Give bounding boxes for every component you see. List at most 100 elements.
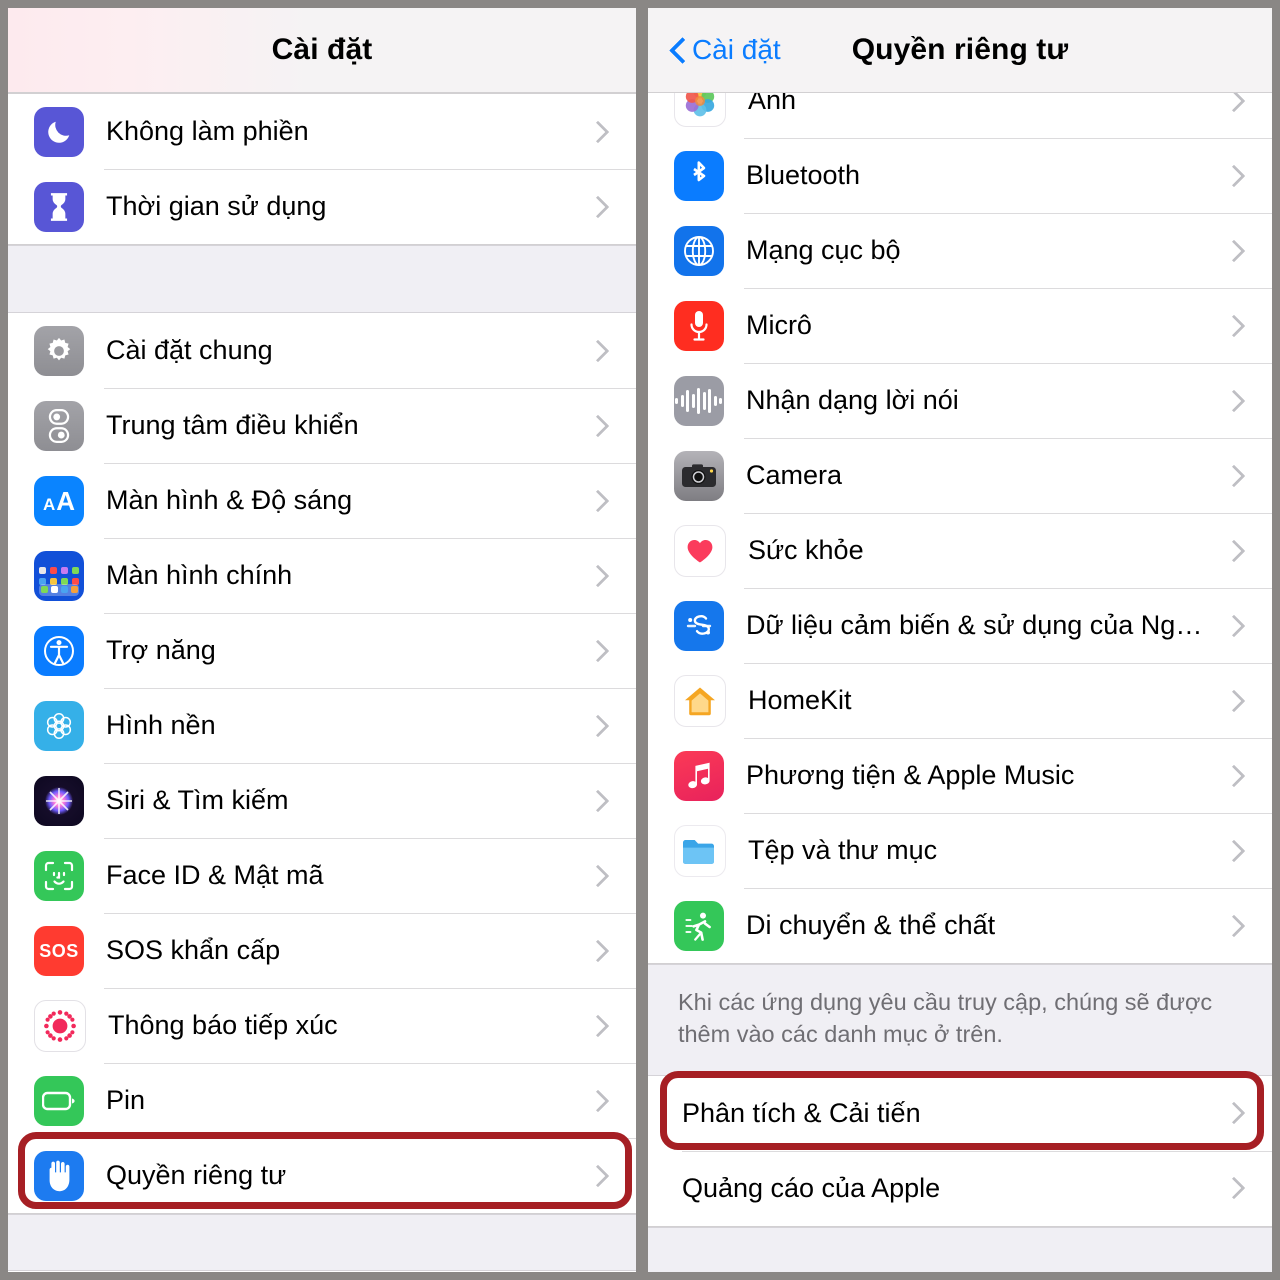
privacy-item-analytics-improvements[interactable]: Phân tích & Cải tiến bbox=[647, 1075, 1272, 1151]
exposure-notification-icon bbox=[34, 999, 86, 1052]
privacy-item-research-sensor-data[interactable]: Dữ liệu cảm biến & sử dụng của Nghiê… bbox=[647, 588, 1272, 663]
privacy-item-label: Sức khỏe bbox=[747, 534, 864, 565]
chevron-right-icon bbox=[586, 564, 610, 587]
settings-group-system: Cài đặt chung Trung tâm điều khiển A A M… bbox=[8, 313, 637, 1214]
privacy-item-apple-advertising[interactable]: Quảng cáo của Apple bbox=[647, 1150, 1272, 1226]
privacy-item-label: Di chuyển & thể chất bbox=[745, 909, 996, 940]
privacy-item-motion-fitness[interactable]: Di chuyển & thể chất bbox=[647, 888, 1272, 963]
chevron-right-icon bbox=[1222, 614, 1246, 637]
screenshot-stage: Cài đặt Không làm phiền Thời gian sử dụn… bbox=[0, 0, 1280, 1280]
chevron-right-icon bbox=[1222, 689, 1246, 712]
privacy-item-homekit[interactable]: HomeKit bbox=[647, 663, 1272, 738]
chevron-right-icon bbox=[586, 864, 610, 887]
chevron-right-icon bbox=[586, 714, 610, 737]
sidebar-item-home-screen[interactable]: Màn hình chính bbox=[8, 538, 637, 613]
microphone-icon bbox=[673, 300, 724, 351]
chevron-right-icon bbox=[1222, 914, 1246, 937]
siri-icon bbox=[34, 775, 84, 826]
privacy-item-speech-recognition[interactable]: Nhận dạng lời nói bbox=[647, 363, 1272, 438]
privacy-item-label: Camera bbox=[745, 459, 842, 490]
files-folder-icon bbox=[673, 824, 726, 877]
waveform bbox=[675, 387, 723, 414]
section-separator bbox=[8, 1214, 637, 1271]
sidebar-item-label: Siri & Tìm kiếm bbox=[106, 784, 289, 815]
sidebar-item-accessibility[interactable]: Trợ năng bbox=[8, 613, 637, 688]
sidebar-item-emergency-sos[interactable]: SOS SOS khẩn cấp bbox=[8, 913, 637, 988]
privacy-item-microphone[interactable]: Micrô bbox=[647, 288, 1272, 363]
sidebar-item-label: Pin bbox=[106, 1084, 146, 1115]
sidebar-item-face-id[interactable]: Face ID & Mật mã bbox=[8, 838, 637, 913]
privacy-item-label: Dữ liệu cảm biến & sử dụng của Nghiê… bbox=[745, 609, 1226, 640]
sidebar-item-siri-search[interactable]: Siri & Tìm kiếm bbox=[8, 763, 637, 838]
chevron-right-icon bbox=[1222, 93, 1246, 112]
chevron-right-icon bbox=[586, 1014, 610, 1037]
privacy-permissions-group: Ảnh Bluetooth Mạng cục bộ Micrô Nhận dạn… bbox=[647, 93, 1272, 964]
sidebar-item-label: SOS khẩn cấp bbox=[106, 934, 281, 965]
sidebar-item-label: Quyền riêng tư bbox=[106, 1159, 287, 1190]
sidebar-item-general[interactable]: Cài đặt chung bbox=[8, 313, 637, 388]
settings-scroll-area[interactable]: Không làm phiền Thời gian sử dụng Cài đặ… bbox=[8, 93, 637, 1272]
app-grid bbox=[39, 566, 79, 585]
motion-fitness-icon bbox=[673, 900, 724, 951]
chevron-right-icon bbox=[1222, 389, 1246, 412]
privacy-analytics-group: Phân tích & Cải tiến Quảng cáo của Apple bbox=[647, 1075, 1272, 1227]
privacy-item-photos[interactable]: Ảnh bbox=[647, 93, 1272, 138]
sidebar-item-label: Cài đặt chung bbox=[106, 334, 273, 365]
homekit-icon bbox=[673, 674, 726, 727]
general-gear-icon bbox=[34, 325, 84, 376]
sidebar-item-screen-time[interactable]: Thời gian sử dụng bbox=[8, 169, 637, 244]
home-screen-icon bbox=[34, 550, 84, 601]
apple-music-icon bbox=[673, 750, 724, 801]
section-separator bbox=[8, 245, 637, 313]
wallpaper-icon bbox=[34, 700, 84, 751]
battery-icon bbox=[34, 1075, 84, 1126]
display-brightness-icon: AA bbox=[34, 475, 84, 526]
do-not-disturb-icon bbox=[34, 106, 84, 157]
privacy-item-label: Phân tích & Cải tiến bbox=[681, 1097, 921, 1128]
privacy-item-label: Tệp và thư mục bbox=[747, 834, 938, 865]
sidebar-item-privacy[interactable]: Quyền riêng tư bbox=[8, 1138, 637, 1213]
privacy-panel: Cài đặt Quyền riêng tư Ảnh Bluetooth Mạn… bbox=[647, 8, 1272, 1272]
sidebar-item-control-center[interactable]: Trung tâm điều khiển bbox=[8, 388, 637, 463]
control-center-icon bbox=[34, 400, 84, 451]
chevron-right-icon bbox=[1222, 539, 1246, 562]
chevron-right-icon bbox=[1222, 239, 1246, 262]
sidebar-item-label: Thời gian sử dụng bbox=[106, 190, 327, 221]
privacy-item-camera[interactable]: Camera bbox=[647, 438, 1272, 513]
privacy-item-files-folders[interactable]: Tệp và thư mục bbox=[647, 813, 1272, 888]
privacy-item-local-network[interactable]: Mạng cục bộ bbox=[647, 213, 1272, 288]
chevron-right-icon bbox=[1222, 764, 1246, 787]
camera-icon bbox=[673, 450, 724, 501]
back-button[interactable]: Cài đặt bbox=[670, 34, 781, 66]
settings-panel: Cài đặt Không làm phiền Thời gian sử dụn… bbox=[8, 8, 637, 1272]
sidebar-item-wallpaper[interactable]: Hình nền bbox=[8, 688, 637, 763]
privacy-item-label: Ảnh bbox=[747, 93, 796, 115]
sidebar-item-battery[interactable]: Pin bbox=[8, 1063, 637, 1138]
page-title: Quyền riêng tư bbox=[851, 33, 1069, 66]
sidebar-item-display-brightness[interactable]: AA Màn hình & Độ sáng bbox=[8, 463, 637, 538]
privacy-footer-note: Khi các ứng dụng yêu cầu truy cập, chúng… bbox=[647, 964, 1272, 1076]
research-sensor-icon bbox=[673, 600, 724, 651]
privacy-scroll-area[interactable]: Ảnh Bluetooth Mạng cục bộ Micrô Nhận dạn… bbox=[647, 93, 1272, 1272]
sidebar-item-do-not-disturb[interactable]: Không làm phiền bbox=[8, 94, 637, 169]
privacy-item-label: Quảng cáo của Apple bbox=[681, 1172, 941, 1203]
settings-group-focus: Không làm phiền Thời gian sử dụng bbox=[8, 93, 637, 245]
privacy-item-media-apple-music[interactable]: Phương tiện & Apple Music bbox=[647, 738, 1272, 813]
chevron-right-icon bbox=[586, 414, 610, 437]
health-heart-icon bbox=[673, 524, 726, 577]
sidebar-item-partial[interactable] bbox=[8, 1271, 637, 1272]
accessibility-icon bbox=[34, 625, 84, 676]
sidebar-item-exposure-notification[interactable]: Thông báo tiếp xúc bbox=[8, 988, 637, 1063]
chevron-right-icon bbox=[586, 639, 610, 662]
sidebar-item-label: Thông báo tiếp xúc bbox=[108, 1009, 338, 1040]
dock-tray bbox=[39, 583, 79, 596]
bluetooth-icon bbox=[673, 150, 724, 201]
chevron-right-icon bbox=[586, 339, 610, 362]
chevron-right-icon bbox=[586, 939, 610, 962]
sidebar-item-label: Hình nền bbox=[106, 709, 216, 740]
privacy-item-health[interactable]: Sức khỏe bbox=[647, 513, 1272, 588]
chevron-right-icon bbox=[586, 120, 610, 143]
sidebar-item-label: Màn hình chính bbox=[106, 559, 293, 590]
panel-gutter bbox=[636, 0, 648, 1280]
privacy-item-bluetooth[interactable]: Bluetooth bbox=[647, 138, 1272, 213]
